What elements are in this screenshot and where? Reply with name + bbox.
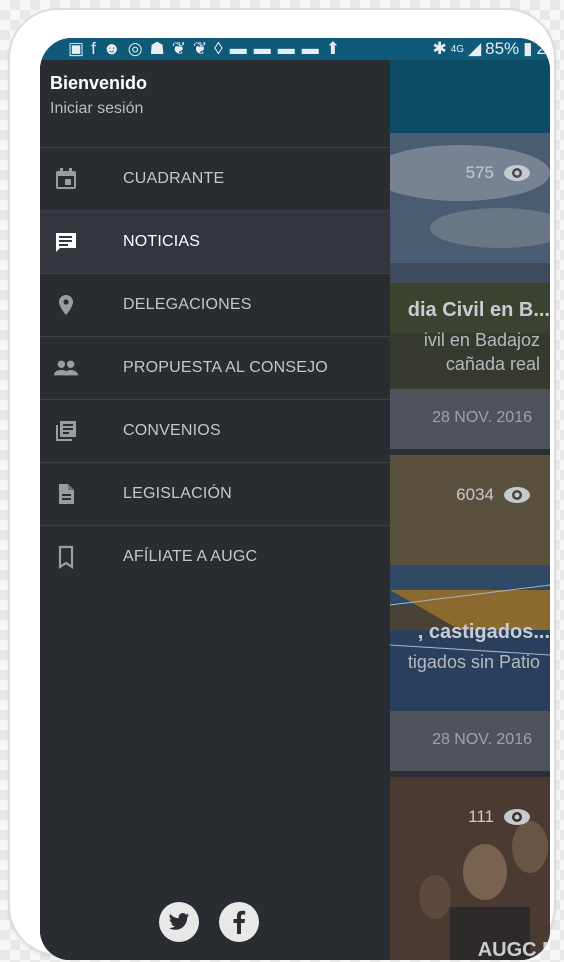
views-counter: 111 bbox=[468, 807, 532, 827]
views-counter: 6034 bbox=[456, 485, 532, 505]
alien-icon: ☻ bbox=[102, 39, 122, 58]
eye-icon bbox=[504, 487, 530, 503]
eye-icon bbox=[504, 809, 530, 825]
menu-item-legislacion[interactable]: LEGISLACIÓN bbox=[40, 463, 390, 526]
shield-icon: ◊ bbox=[214, 39, 224, 58]
eye-icon bbox=[504, 165, 530, 181]
location-pin-icon bbox=[53, 292, 79, 318]
menu-item-label: CONVENIOS bbox=[123, 422, 221, 439]
menu-item-label: NOTICIAS bbox=[123, 233, 201, 250]
twitter-icon bbox=[168, 913, 190, 930]
status-bar: ▣ f ☻ ◎ ☗ ❦ ❦ ◊ ▬ ▬ ▬ ▬ ⬆ ✱ 4G ◢ 85% ▮ 2 bbox=[40, 38, 550, 60]
menu-item-label: DELEGACIONES bbox=[123, 296, 252, 313]
gallery-icon: ▣ bbox=[68, 39, 86, 58]
library-books-icon bbox=[53, 418, 79, 444]
notification-icons: ▣ f ☻ ◎ ☗ ❦ ❦ ◊ ▬ ▬ ▬ ▬ ⬆ bbox=[40, 39, 341, 59]
facebook-icon bbox=[233, 910, 246, 934]
facebook-icon: f bbox=[91, 39, 97, 58]
menu-item-propuesta[interactable]: PROPUESTA AL CONSEJO bbox=[40, 337, 390, 400]
people-icon bbox=[53, 355, 79, 381]
twitter-button[interactable] bbox=[159, 902, 199, 942]
notification-icon: ▬ bbox=[253, 39, 272, 58]
welcome-text: Bienvenido bbox=[50, 73, 148, 93]
drawer-header: Bienvenido Iniciar sesión bbox=[40, 60, 390, 148]
menu-item-cuadrante[interactable]: CUADRANTE bbox=[40, 148, 390, 211]
views-counter: 575 bbox=[466, 163, 532, 183]
menu-item-convenios[interactable]: CONVENIOS bbox=[40, 400, 390, 463]
card-title: dia Civil en B... bbox=[407, 299, 550, 321]
notification-icon: ▬ bbox=[277, 39, 296, 58]
navigation-drawer: Bienvenido Iniciar sesión CUADRANTE NOTI… bbox=[40, 38, 390, 960]
card-subtitle: tigados sin Patio bbox=[407, 652, 540, 672]
message-icon bbox=[53, 229, 79, 255]
notification-icon: ▬ bbox=[229, 39, 248, 58]
menu-item-label: AFÍLIATE A AUGC bbox=[123, 548, 258, 565]
menu-item-afiliate[interactable]: AFÍLIATE A AUGC bbox=[40, 526, 390, 588]
card-subtitle: ivil en Badajoz cañada real bbox=[423, 330, 540, 374]
menu-item-delegaciones[interactable]: DELEGACIONES bbox=[40, 274, 390, 337]
whatsapp-icon: ◎ bbox=[127, 39, 144, 58]
screen: ▣ f ☻ ◎ ☗ ❦ ❦ ◊ ▬ ▬ ▬ ▬ ⬆ ✱ 4G ◢ 85% ▮ 2 bbox=[40, 38, 550, 960]
menu-item-label: PROPUESTA AL CONSEJO bbox=[123, 359, 328, 376]
card-title: AUGC Nava bbox=[477, 939, 550, 960]
battery-level: 85% bbox=[485, 39, 520, 58]
clock: 2 bbox=[536, 39, 546, 58]
signal-icon: ◢ bbox=[468, 39, 482, 58]
menu-item-label: LEGISLACIÓN bbox=[123, 485, 232, 502]
android-icon: ☗ bbox=[149, 39, 166, 58]
menu-item-label: CUADRANTE bbox=[123, 170, 225, 187]
login-link[interactable]: Iniciar sesión bbox=[50, 100, 143, 118]
document-icon bbox=[53, 481, 79, 507]
bluetooth-icon: ✱ bbox=[432, 39, 447, 58]
phone-frame: ▣ f ☻ ◎ ☗ ❦ ❦ ◊ ▬ ▬ ▬ ▬ ⬆ ✱ 4G ◢ 85% ▮ 2 bbox=[10, 10, 554, 960]
notification-icon: ▬ bbox=[301, 39, 320, 58]
drawer-menu: CUADRANTE NOTICIAS DELEGACIONES PROPUEST… bbox=[40, 148, 390, 588]
battery-icon: ▮ bbox=[523, 39, 533, 58]
facebook-button[interactable] bbox=[219, 902, 259, 942]
card-title: , castigados... bbox=[417, 621, 550, 643]
calendar-icon bbox=[53, 166, 79, 192]
twitter-icon: ❦ bbox=[193, 39, 209, 58]
menu-item-noticias[interactable]: NOTICIAS bbox=[40, 211, 390, 274]
upload-icon: ⬆ bbox=[325, 39, 341, 58]
bookmark-icon bbox=[53, 544, 79, 570]
twitter-icon: ❦ bbox=[171, 39, 188, 58]
network-type: 4G bbox=[450, 43, 465, 55]
